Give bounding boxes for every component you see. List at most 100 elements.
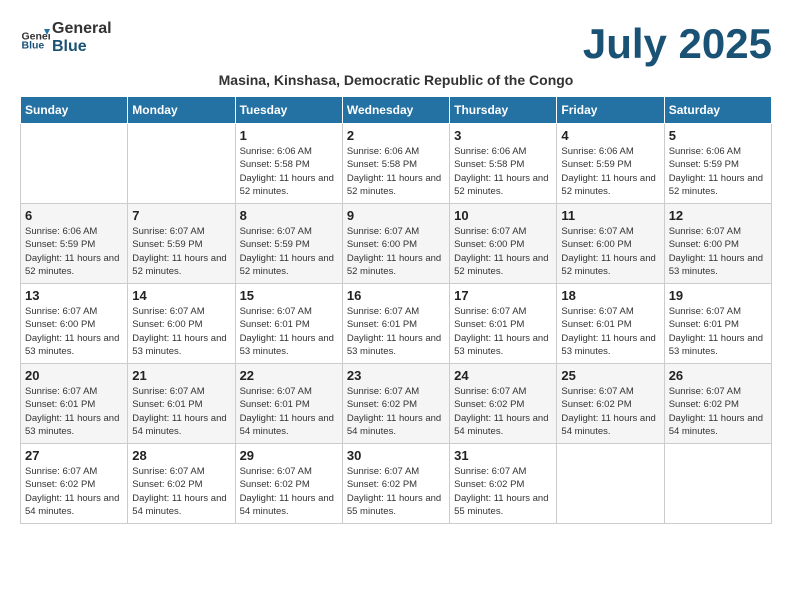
day-number: 21 xyxy=(132,368,230,383)
calendar-week-row: 6Sunrise: 6:06 AM Sunset: 5:59 PM Daylig… xyxy=(21,204,772,284)
day-info: Sunrise: 6:07 AM Sunset: 6:01 PM Dayligh… xyxy=(240,385,338,438)
day-info: Sunrise: 6:07 AM Sunset: 6:00 PM Dayligh… xyxy=(669,225,767,278)
logo-general: General xyxy=(52,20,112,38)
day-number: 28 xyxy=(132,448,230,463)
calendar-cell: 27 Sunrise: 6:07 AM Sunset: 6:02 PM Dayli… xyxy=(21,444,128,524)
day-info: Sunrise: 6:07 AM Sunset: 6:00 PM Dayligh… xyxy=(132,305,230,358)
day-info: Sunrise: 6:06 AM Sunset: 5:59 PM Dayligh… xyxy=(561,145,659,198)
weekday-header-cell: Saturday xyxy=(664,97,771,124)
day-number: 2 xyxy=(347,128,445,143)
calendar-cell: 24Sunrise: 6:07 AM Sunset: 6:02 PM Dayli… xyxy=(450,364,557,444)
day-number: 23 xyxy=(347,368,445,383)
calendar-cell: 2 Sunrise: 6:06 AM Sunset: 5:58 PM Daylig… xyxy=(342,124,449,204)
day-info: Sunrise: 6:07 AM Sunset: 6:02 PM Dayligh… xyxy=(132,465,230,518)
calendar-week-row: 27 Sunrise: 6:07 AM Sunset: 6:02 PM Dayli… xyxy=(21,444,772,524)
calendar: SundayMondayTuesdayWednesdayThursdayFrid… xyxy=(20,96,772,524)
calendar-week-row: 20 Sunrise: 6:07 AM Sunset: 6:01 PM Dayli… xyxy=(21,364,772,444)
calendar-cell: 1 Sunrise: 6:06 AM Sunset: 5:58 PM Daylig… xyxy=(235,124,342,204)
day-info: Sunrise: 6:06 AM Sunset: 5:58 PM Dayligh… xyxy=(240,145,338,198)
day-info: Sunrise: 6:07 AM Sunset: 6:02 PM Dayligh… xyxy=(347,465,445,518)
weekday-header-cell: Thursday xyxy=(450,97,557,124)
calendar-cell: 26 Sunrise: 6:07 AM Sunset: 6:02 PM Dayli… xyxy=(664,364,771,444)
day-info: Sunrise: 6:07 AM Sunset: 6:00 PM Dayligh… xyxy=(25,305,123,358)
calendar-cell: 21 Sunrise: 6:07 AM Sunset: 6:01 PM Dayli… xyxy=(128,364,235,444)
day-number: 18 xyxy=(561,288,659,303)
calendar-cell: 20 Sunrise: 6:07 AM Sunset: 6:01 PM Dayli… xyxy=(21,364,128,444)
calendar-cell: 25 Sunrise: 6:07 AM Sunset: 6:02 PM Dayli… xyxy=(557,364,664,444)
calendar-cell: 31 Sunrise: 6:07 AM Sunset: 6:02 PM Dayli… xyxy=(450,444,557,524)
calendar-cell: 11Sunrise: 6:07 AM Sunset: 6:00 PM Dayli… xyxy=(557,204,664,284)
calendar-cell: 5 Sunrise: 6:06 AM Sunset: 5:59 PM Daylig… xyxy=(664,124,771,204)
calendar-cell: 29Sunrise: 6:07 AM Sunset: 6:02 PM Dayli… xyxy=(235,444,342,524)
calendar-cell: 4 Sunrise: 6:06 AM Sunset: 5:59 PM Daylig… xyxy=(557,124,664,204)
calendar-week-row: 13 Sunrise: 6:07 AM Sunset: 6:00 PM Dayli… xyxy=(21,284,772,364)
calendar-cell xyxy=(664,444,771,524)
calendar-body: 1 Sunrise: 6:06 AM Sunset: 5:58 PM Daylig… xyxy=(21,124,772,524)
day-number: 10 xyxy=(454,208,552,223)
day-info: Sunrise: 6:07 AM Sunset: 6:02 PM Dayligh… xyxy=(454,385,552,438)
calendar-cell: 3 Sunrise: 6:06 AM Sunset: 5:58 PM Daylig… xyxy=(450,124,557,204)
month-title: July 2025 xyxy=(583,20,772,68)
calendar-cell: 30 Sunrise: 6:07 AM Sunset: 6:02 PM Dayli… xyxy=(342,444,449,524)
day-number: 25 xyxy=(561,368,659,383)
logo: General Blue General Blue xyxy=(20,20,112,55)
day-number: 31 xyxy=(454,448,552,463)
day-number: 16 xyxy=(347,288,445,303)
calendar-cell xyxy=(21,124,128,204)
day-number: 4 xyxy=(561,128,659,143)
day-info: Sunrise: 6:07 AM Sunset: 6:01 PM Dayligh… xyxy=(132,385,230,438)
calendar-cell: 12Sunrise: 6:07 AM Sunset: 6:00 PM Dayli… xyxy=(664,204,771,284)
day-info: Sunrise: 6:06 AM Sunset: 5:58 PM Dayligh… xyxy=(347,145,445,198)
day-info: Sunrise: 6:07 AM Sunset: 6:02 PM Dayligh… xyxy=(25,465,123,518)
calendar-cell: 10 Sunrise: 6:07 AM Sunset: 6:00 PM Dayli… xyxy=(450,204,557,284)
day-info: Sunrise: 6:07 AM Sunset: 5:59 PM Dayligh… xyxy=(240,225,338,278)
day-info: Sunrise: 6:06 AM Sunset: 5:58 PM Dayligh… xyxy=(454,145,552,198)
weekday-header-cell: Tuesday xyxy=(235,97,342,124)
day-number: 3 xyxy=(454,128,552,143)
calendar-cell: 14 Sunrise: 6:07 AM Sunset: 6:00 PM Dayli… xyxy=(128,284,235,364)
day-number: 22 xyxy=(240,368,338,383)
weekday-header-cell: Sunday xyxy=(21,97,128,124)
day-info: Sunrise: 6:07 AM Sunset: 6:02 PM Dayligh… xyxy=(561,385,659,438)
calendar-cell: 6Sunrise: 6:06 AM Sunset: 5:59 PM Daylig… xyxy=(21,204,128,284)
calendar-cell: 9 Sunrise: 6:07 AM Sunset: 6:00 PM Daylig… xyxy=(342,204,449,284)
day-number: 6 xyxy=(25,208,123,223)
header: General Blue General Blue July 2025 xyxy=(20,20,772,68)
calendar-cell: 28 Sunrise: 6:07 AM Sunset: 6:02 PM Dayli… xyxy=(128,444,235,524)
day-number: 26 xyxy=(669,368,767,383)
day-info: Sunrise: 6:07 AM Sunset: 6:01 PM Dayligh… xyxy=(561,305,659,358)
day-number: 30 xyxy=(347,448,445,463)
day-number: 14 xyxy=(132,288,230,303)
calendar-cell: 18 Sunrise: 6:07 AM Sunset: 6:01 PM Dayli… xyxy=(557,284,664,364)
calendar-cell: 16Sunrise: 6:07 AM Sunset: 6:01 PM Dayli… xyxy=(342,284,449,364)
logo-icon: General Blue xyxy=(20,23,50,53)
day-info: Sunrise: 6:07 AM Sunset: 6:00 PM Dayligh… xyxy=(347,225,445,278)
day-info: Sunrise: 6:07 AM Sunset: 6:00 PM Dayligh… xyxy=(454,225,552,278)
day-number: 1 xyxy=(240,128,338,143)
calendar-cell: 22 Sunrise: 6:07 AM Sunset: 6:01 PM Dayli… xyxy=(235,364,342,444)
calendar-cell: 13 Sunrise: 6:07 AM Sunset: 6:00 PM Dayli… xyxy=(21,284,128,364)
svg-text:Blue: Blue xyxy=(22,39,45,51)
day-number: 5 xyxy=(669,128,767,143)
calendar-cell: 8 Sunrise: 6:07 AM Sunset: 5:59 PM Daylig… xyxy=(235,204,342,284)
day-info: Sunrise: 6:06 AM Sunset: 5:59 PM Dayligh… xyxy=(669,145,767,198)
day-number: 8 xyxy=(240,208,338,223)
subtitle: Masina, Kinshasa, Democratic Republic of… xyxy=(20,72,772,88)
weekday-header-cell: Monday xyxy=(128,97,235,124)
day-number: 20 xyxy=(25,368,123,383)
day-info: Sunrise: 6:07 AM Sunset: 6:02 PM Dayligh… xyxy=(240,465,338,518)
calendar-cell: 23Sunrise: 6:07 AM Sunset: 6:02 PM Dayli… xyxy=(342,364,449,444)
day-number: 7 xyxy=(132,208,230,223)
day-info: Sunrise: 6:07 AM Sunset: 6:02 PM Dayligh… xyxy=(454,465,552,518)
day-number: 9 xyxy=(347,208,445,223)
calendar-cell xyxy=(128,124,235,204)
day-info: Sunrise: 6:07 AM Sunset: 6:01 PM Dayligh… xyxy=(25,385,123,438)
calendar-cell xyxy=(557,444,664,524)
day-info: Sunrise: 6:07 AM Sunset: 6:02 PM Dayligh… xyxy=(669,385,767,438)
day-number: 13 xyxy=(25,288,123,303)
day-info: Sunrise: 6:07 AM Sunset: 5:59 PM Dayligh… xyxy=(132,225,230,278)
day-number: 27 xyxy=(25,448,123,463)
weekday-header-cell: Wednesday xyxy=(342,97,449,124)
weekday-header-cell: Friday xyxy=(557,97,664,124)
calendar-cell: 7 Sunrise: 6:07 AM Sunset: 5:59 PM Daylig… xyxy=(128,204,235,284)
